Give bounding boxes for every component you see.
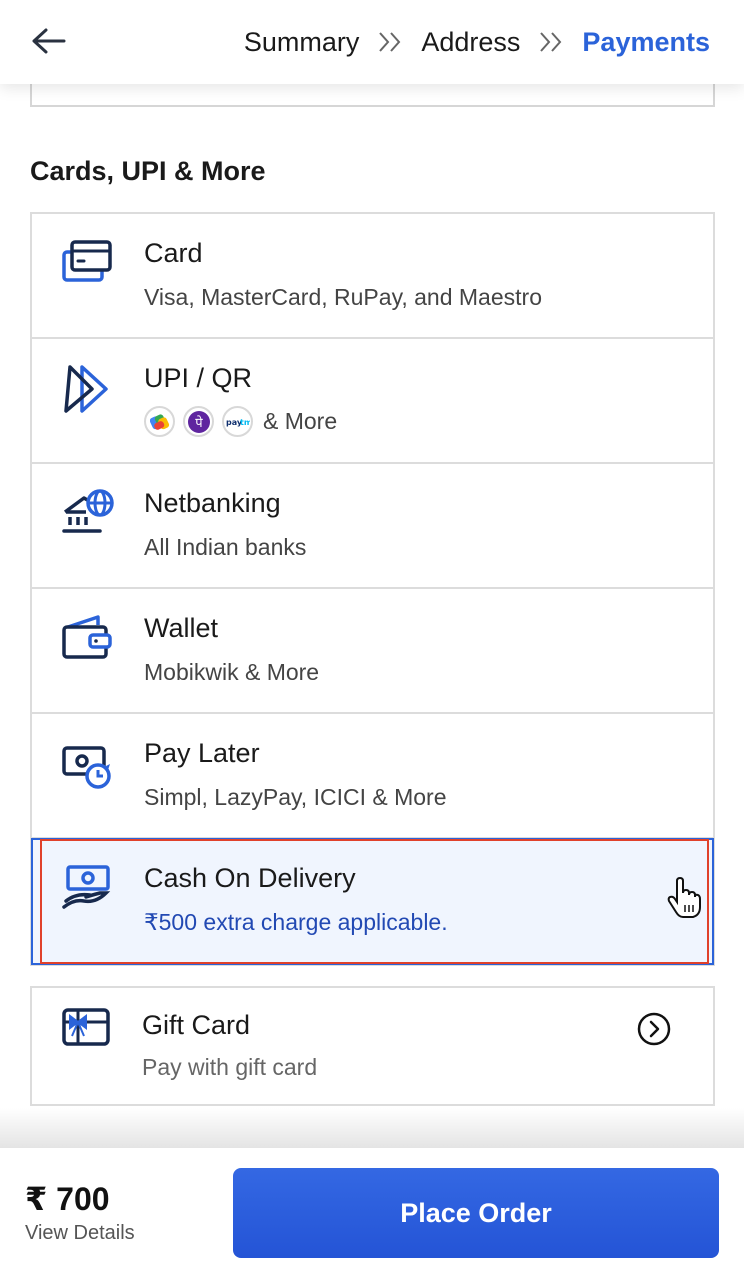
footer-shadow [0,1108,744,1148]
selection-highlight [40,839,709,964]
double-chevron-right-icon [377,31,403,53]
breadcrumb-address[interactable]: Address [421,27,520,58]
breadcrumb: Summary Address Payments [244,22,710,62]
cash-clock-icon [62,746,111,789]
payment-option-subtitle: Visa, MasterCard, RuPay, and Maestro [144,284,542,310]
breadcrumb-payments[interactable]: Payments [582,27,710,58]
checkout-footer: ₹ 700 View Details Place Order [0,1148,744,1276]
payment-option-subtitle: & More [263,408,338,434]
paytm-logo: pay tm [222,406,253,437]
gift-card-title: Gift Card [142,1010,251,1040]
payment-option-subtitle: Simpl, LazyPay, ICICI & More [144,784,447,810]
payment-option-subtitle: ₹500 extra charge applicable. [144,909,448,935]
upi-icon [64,365,108,413]
gift-card-icon [62,1008,110,1046]
svg-text:पे: पे [195,415,203,431]
upi-app-logos: पे pay tm & More [144,406,337,437]
chevron-right-circle-icon[interactable] [637,1012,671,1046]
header-bar: Summary Address Payments [0,0,744,84]
payment-option-pay-later[interactable]: Pay Later Simpl, LazyPay, ICICI & More [32,714,713,839]
payment-option-subtitle: All Indian banks [144,534,307,560]
payment-option-title: Wallet [144,613,219,643]
gift-card-subtitle: Pay with gift card [142,1054,318,1080]
order-total-price: ₹ 700 [25,1181,110,1217]
cash-hand-icon [62,865,111,909]
payment-methods-list: Card Visa, MasterCard, RuPay, and Maestr… [30,212,715,966]
payment-option-wallet[interactable]: Wallet Mobikwik & More [32,589,713,714]
section-title-cards-upi: Cards, UPI & More [30,156,266,186]
breadcrumb-summary[interactable]: Summary [244,27,360,58]
place-order-button[interactable]: Place Order [233,1168,719,1258]
credit-card-icon [62,240,112,282]
phonepe-logo: पे [183,406,214,437]
payment-option-upi[interactable]: UPI / QR पे pay tm & More [32,339,713,464]
payment-option-title: Card [144,238,203,268]
google-pay-logo [144,406,175,437]
payment-option-title: Netbanking [144,488,281,518]
arrow-left-icon [32,28,66,54]
payment-option-cod[interactable]: Cash On Delivery ₹500 extra charge appli… [31,838,714,965]
back-button[interactable] [28,24,68,58]
view-details-link[interactable]: View Details [25,1222,135,1245]
payment-option-subtitle: Mobikwik & More [144,659,320,685]
bank-globe-icon [62,489,114,533]
double-chevron-right-icon [538,31,564,53]
payment-option-card[interactable]: Card Visa, MasterCard, RuPay, and Maestr… [32,214,713,339]
payment-option-title: UPI / QR [144,363,253,393]
previous-section-box [30,84,715,107]
payment-option-title: Cash On Delivery [144,863,356,893]
payment-option-title: Pay Later [144,738,260,768]
svg-text:tm: tm [240,418,250,427]
payment-option-gift-card[interactable]: Gift Card Pay with gift card [30,986,715,1106]
payment-option-netbanking[interactable]: Netbanking All Indian banks [32,464,713,589]
hand-cursor-icon [667,877,701,918]
wallet-icon [62,615,112,659]
